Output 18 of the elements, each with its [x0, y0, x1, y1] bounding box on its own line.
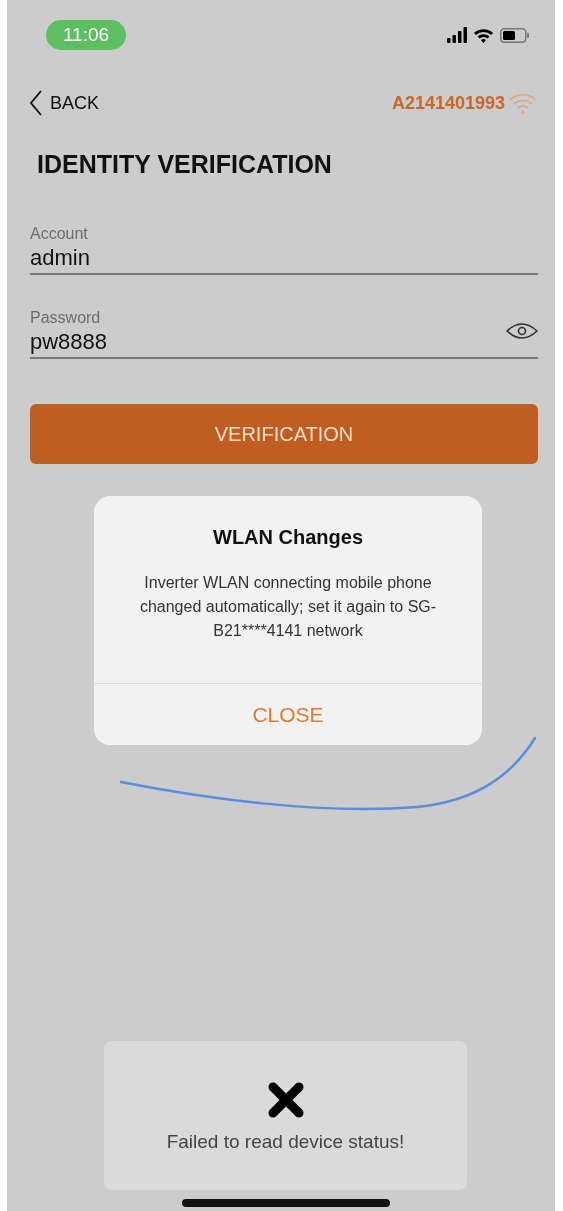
status-time: 11:06: [46, 20, 126, 50]
device-id: A2141401993: [391, 92, 505, 114]
signal-icon: [447, 27, 467, 43]
wifi-icon: [508, 92, 538, 114]
input-field[interactable]: admin: [30, 243, 538, 273]
chevron-left-icon: [30, 90, 42, 116]
eye-icon[interactable]: [506, 321, 538, 341]
toast-message: Failed to read device status!: [166, 1131, 405, 1153]
battery-icon: [500, 27, 530, 43]
page-title: IDENTITY VERIFICATION: [37, 150, 333, 179]
dialog-title: WLAN Changes: [213, 526, 363, 549]
cross-icon: [266, 1081, 305, 1119]
input-field[interactable]: pw8888: [30, 327, 506, 357]
field-label: Account: [30, 225, 88, 243]
dialog-message: Inverter WLAN connecting mobile phone changed automatically; set it again to SG-B21****4141 network: [138, 573, 438, 641]
wifi-icon: [473, 27, 494, 43]
back-button[interactable]: BACK: [30, 90, 100, 116]
field-label: Password: [30, 309, 101, 327]
